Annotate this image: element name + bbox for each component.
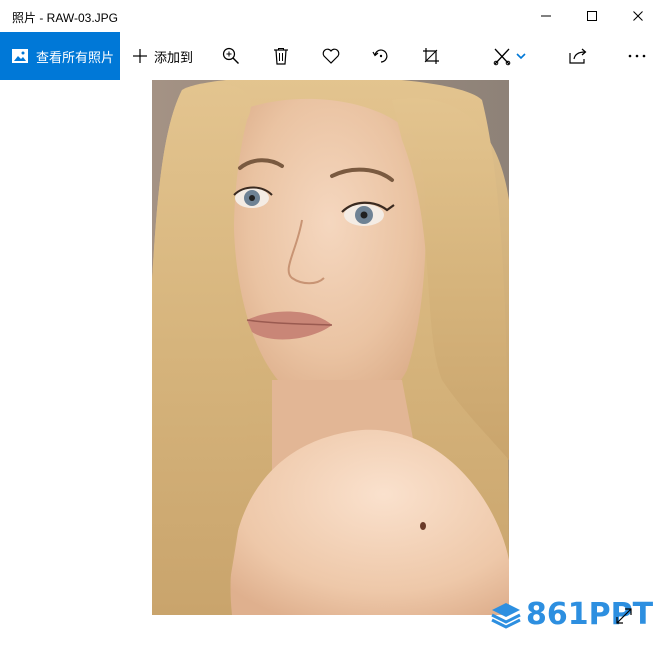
favorite-button[interactable] [311, 32, 351, 80]
zoom-in-icon [222, 47, 239, 64]
view-all-photos-label: 查看所有照片 [36, 49, 115, 65]
share-button[interactable] [558, 32, 598, 80]
expand-icon [616, 608, 632, 624]
rotate-button[interactable] [361, 32, 401, 80]
fullscreen-button[interactable] [612, 604, 636, 628]
zoom-button[interactable] [211, 32, 251, 80]
plus-icon [133, 49, 147, 63]
maximize-icon [587, 11, 597, 21]
more-icon [628, 54, 646, 58]
close-button[interactable] [615, 0, 661, 32]
stack-logo-icon [491, 602, 521, 629]
delete-icon [274, 48, 288, 65]
view-all-photos-button[interactable]: 查看所有照片 [0, 32, 120, 80]
share-icon [569, 48, 587, 64]
more-button[interactable] [617, 32, 657, 80]
crop-button[interactable] [411, 32, 451, 80]
window-title: 照片 - RAW-03.JPG [12, 11, 119, 25]
maximize-button[interactable] [569, 0, 615, 32]
photo-canvas[interactable]: 861PPT [0, 80, 661, 648]
minimize-button[interactable] [523, 0, 569, 32]
title-bar: 照片 - RAW-03.JPG [0, 0, 661, 32]
rotate-icon [372, 49, 388, 63]
add-to-label: 添加到 [154, 49, 194, 65]
close-icon [633, 11, 643, 21]
crop-icon [423, 48, 439, 64]
add-to-button[interactable]: 添加到 [124, 32, 201, 80]
toolbar: 查看所有照片 添加到 [0, 32, 661, 80]
minimize-icon [541, 15, 551, 17]
photo-icon [12, 49, 28, 63]
edit-icon [493, 48, 526, 66]
delete-button[interactable] [261, 32, 301, 80]
edit-button[interactable] [484, 32, 536, 80]
photo-image [152, 80, 509, 615]
favorite-icon [322, 48, 340, 64]
